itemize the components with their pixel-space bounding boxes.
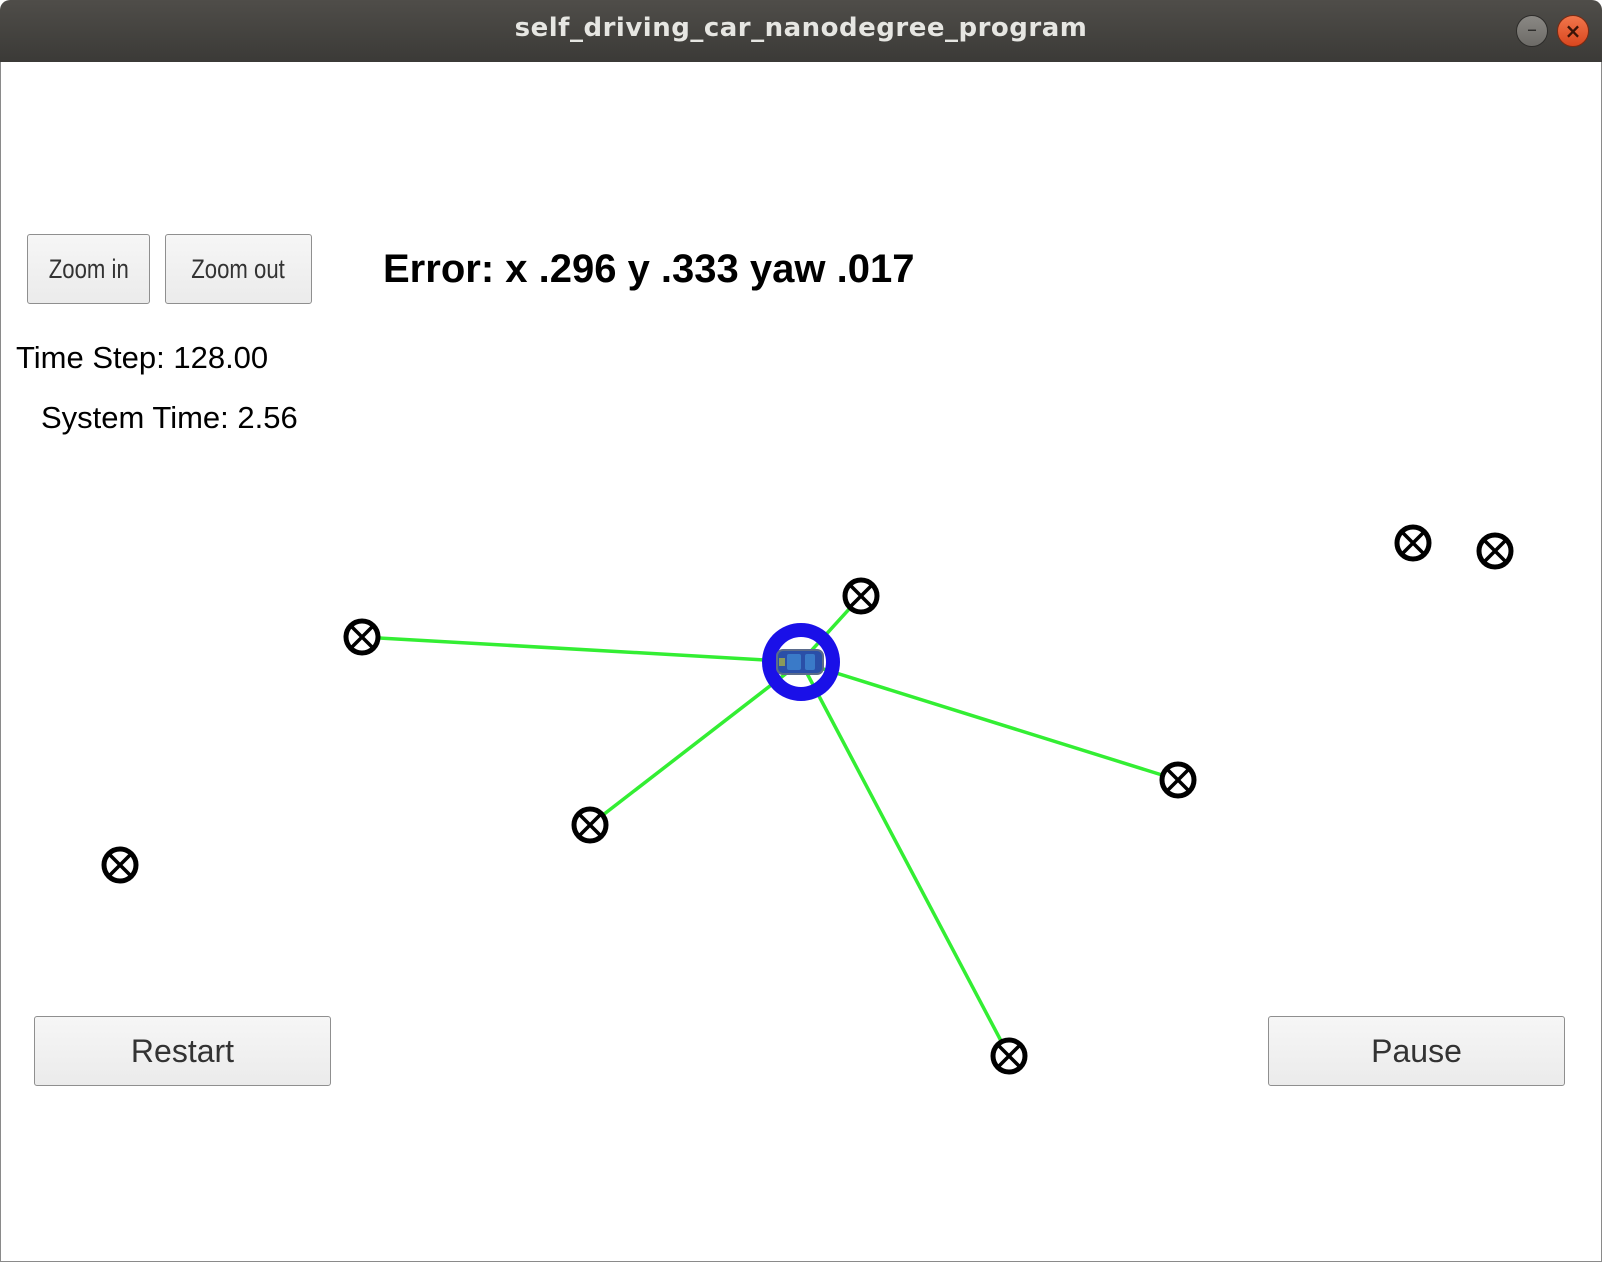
restart-label: Restart (130, 1033, 235, 1069)
landmark-x-circle-icon (343, 618, 381, 656)
car-icon (776, 649, 824, 675)
pause-button[interactable]: Pause (1268, 1016, 1565, 1086)
restart-button[interactable]: Restart (34, 1016, 331, 1086)
system-time-readout: System Time: 2.56 (41, 400, 298, 435)
simulator-window: self_driving_car_nanodegree_program – × (0, 0, 1602, 1262)
observation-line (799, 661, 1011, 1057)
error-readout: Error: x .296 y .333 yaw .017 (383, 247, 915, 291)
landmarks (101, 524, 1514, 1082)
vehicle (762, 623, 840, 701)
landmark-x-circle-icon (101, 846, 139, 884)
observation-line (800, 660, 1179, 782)
landmark-x-circle-icon (990, 1037, 1028, 1075)
zoom-in-label: Zoom in (48, 254, 129, 284)
landmark-x-circle-icon (1159, 761, 1197, 799)
pause-label: Pause (1371, 1033, 1462, 1069)
zoom-out-label: Zoom out (191, 254, 286, 284)
landmark-x-circle-icon (842, 577, 880, 615)
landmark-x-circle-icon (1394, 524, 1432, 562)
zoom-out-button[interactable]: Zoom out (165, 234, 312, 304)
zoom-in-button[interactable]: Zoom in (27, 234, 150, 304)
landmark-x-circle-icon (571, 806, 609, 844)
observation-line (361, 635, 802, 664)
observation-line (588, 660, 803, 827)
time-step-readout: Time Step: 128.00 (16, 340, 269, 375)
landmark-x-circle-icon (1476, 532, 1514, 570)
